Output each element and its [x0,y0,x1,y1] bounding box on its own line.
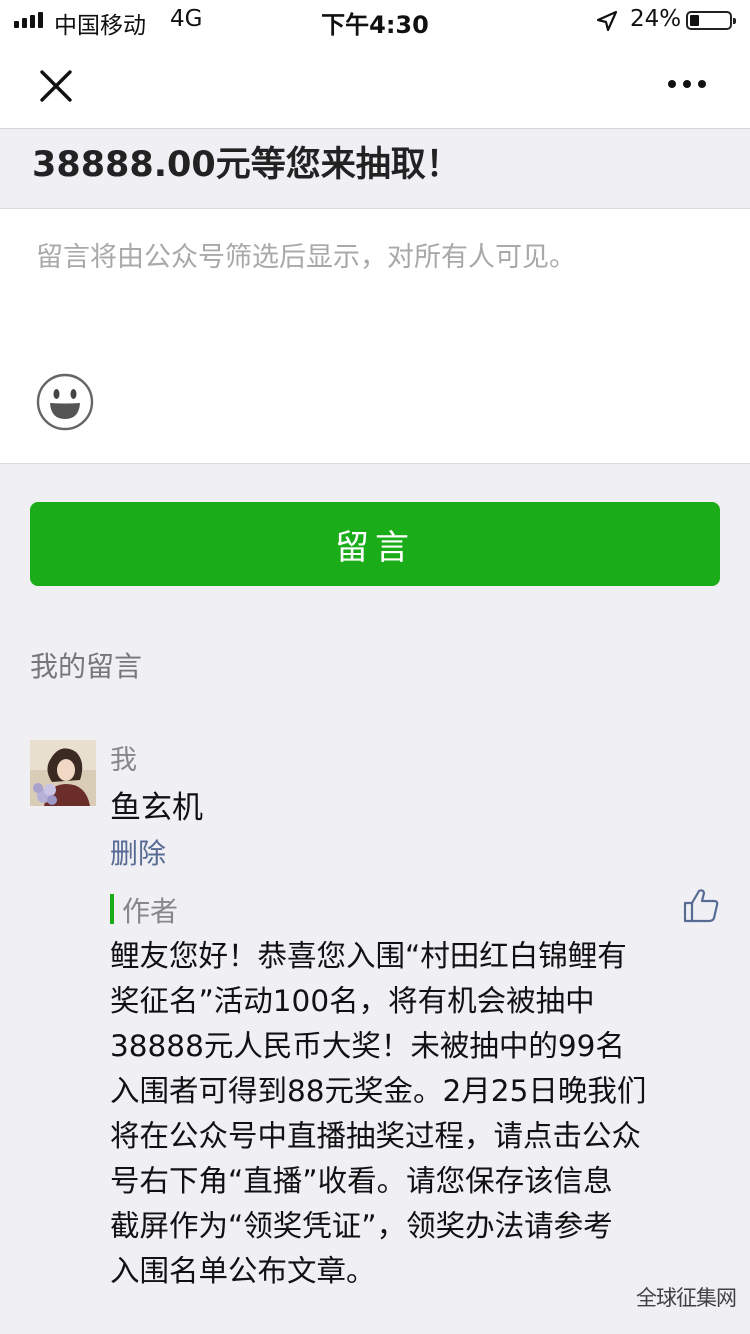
author-reply-label: 作者 [122,895,179,928]
navigation-bar [0,40,750,129]
close-icon[interactable] [36,66,76,106]
smiley-icon[interactable] [36,373,94,431]
thumbs-up-icon[interactable] [682,886,720,924]
comment-placeholder[interactable]: 留言将由公众号筛选后显示，对所有人可见。 [36,235,576,274]
delete-comment-link[interactable]: 删除 [110,832,166,872]
article-title-snippet: 38888.00元等您来抽取！ [32,145,461,185]
location-arrow-icon [596,10,618,32]
battery-icon [686,11,736,30]
comment-input-area[interactable]: 留言将由公众号筛选后显示，对所有人可见。 [0,208,750,464]
submit-comment-button[interactable]: 留言 [30,502,720,586]
comment-user-name: 我 [110,745,137,776]
battery-percent: 24% [630,6,682,32]
status-bar: 中国移动 4G 下午4:30 24% [0,0,750,40]
more-icon[interactable] [668,80,706,88]
reply-indicator-bar [110,894,114,924]
author-reply-text: 鲤友您好！恭喜您入围“村田红白锦鲤有 奖征名”活动100名，将有机会被抽中 38… [110,939,647,1288]
avatar [30,740,96,806]
watermark: 全球征集网 [636,1286,737,1310]
comment-text: 鱼玄机 [110,790,203,826]
my-comments-heading: 我的留言 [30,650,143,683]
